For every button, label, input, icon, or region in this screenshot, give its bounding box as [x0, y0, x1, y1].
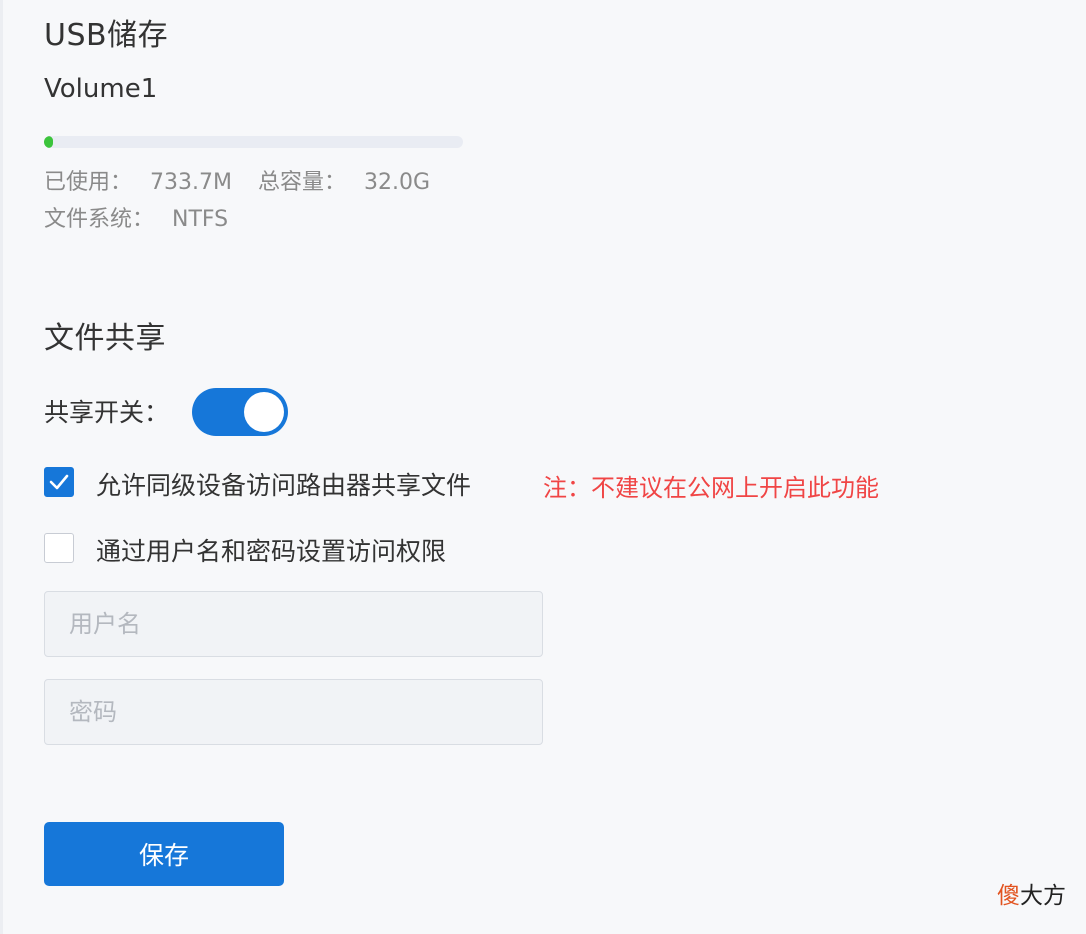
checkmark-icon — [49, 474, 69, 490]
save-button[interactable]: 保存 — [44, 822, 284, 886]
settings-page: USB储存 Volume1 已使用： 733.7M 总容量： 32.0G 文件系统： N… — [0, 0, 1086, 934]
file-sharing-title: 文件共享 — [44, 321, 166, 356]
storage-usage-info: 已使用： 733.7M 总容量： 32.0G — [44, 164, 430, 196]
usb-storage-title: USB储存 — [44, 18, 169, 53]
filesystem-info: 文件系统： NTFS — [44, 201, 228, 233]
used-value: 733.7M — [150, 170, 232, 195]
auth-access-checkbox[interactable] — [44, 533, 74, 563]
watermark-part-1: 傻 — [997, 883, 1020, 909]
watermark-part-2: 大方 — [1020, 883, 1066, 909]
filesystem-value: NTFS — [172, 207, 229, 232]
username-input[interactable] — [44, 591, 543, 657]
capacity-value: 32.0G — [364, 170, 431, 195]
allow-lan-access-label[interactable]: 允许同级设备访问路由器共享文件 — [96, 466, 471, 502]
toggle-knob — [244, 392, 284, 432]
volume-name: Volume1 — [44, 74, 158, 104]
storage-usage-bar — [44, 136, 463, 148]
used-label: 已使用： — [44, 170, 133, 195]
allow-lan-access-checkbox[interactable] — [44, 467, 74, 497]
security-warning-note: 注：不建议在公网上开启此功能 — [543, 474, 879, 502]
auth-access-label[interactable]: 通过用户名和密码设置访问权限 — [96, 532, 446, 568]
watermark: 傻大方 — [997, 876, 1066, 910]
password-input[interactable] — [44, 679, 543, 745]
left-divider — [0, 0, 3, 934]
storage-usage-fill — [44, 136, 54, 148]
sharing-toggle[interactable] — [192, 388, 288, 436]
capacity-label: 总容量： — [257, 170, 346, 195]
sharing-toggle-label: 共享开关： — [44, 398, 170, 427]
filesystem-label: 文件系统： — [44, 207, 155, 232]
